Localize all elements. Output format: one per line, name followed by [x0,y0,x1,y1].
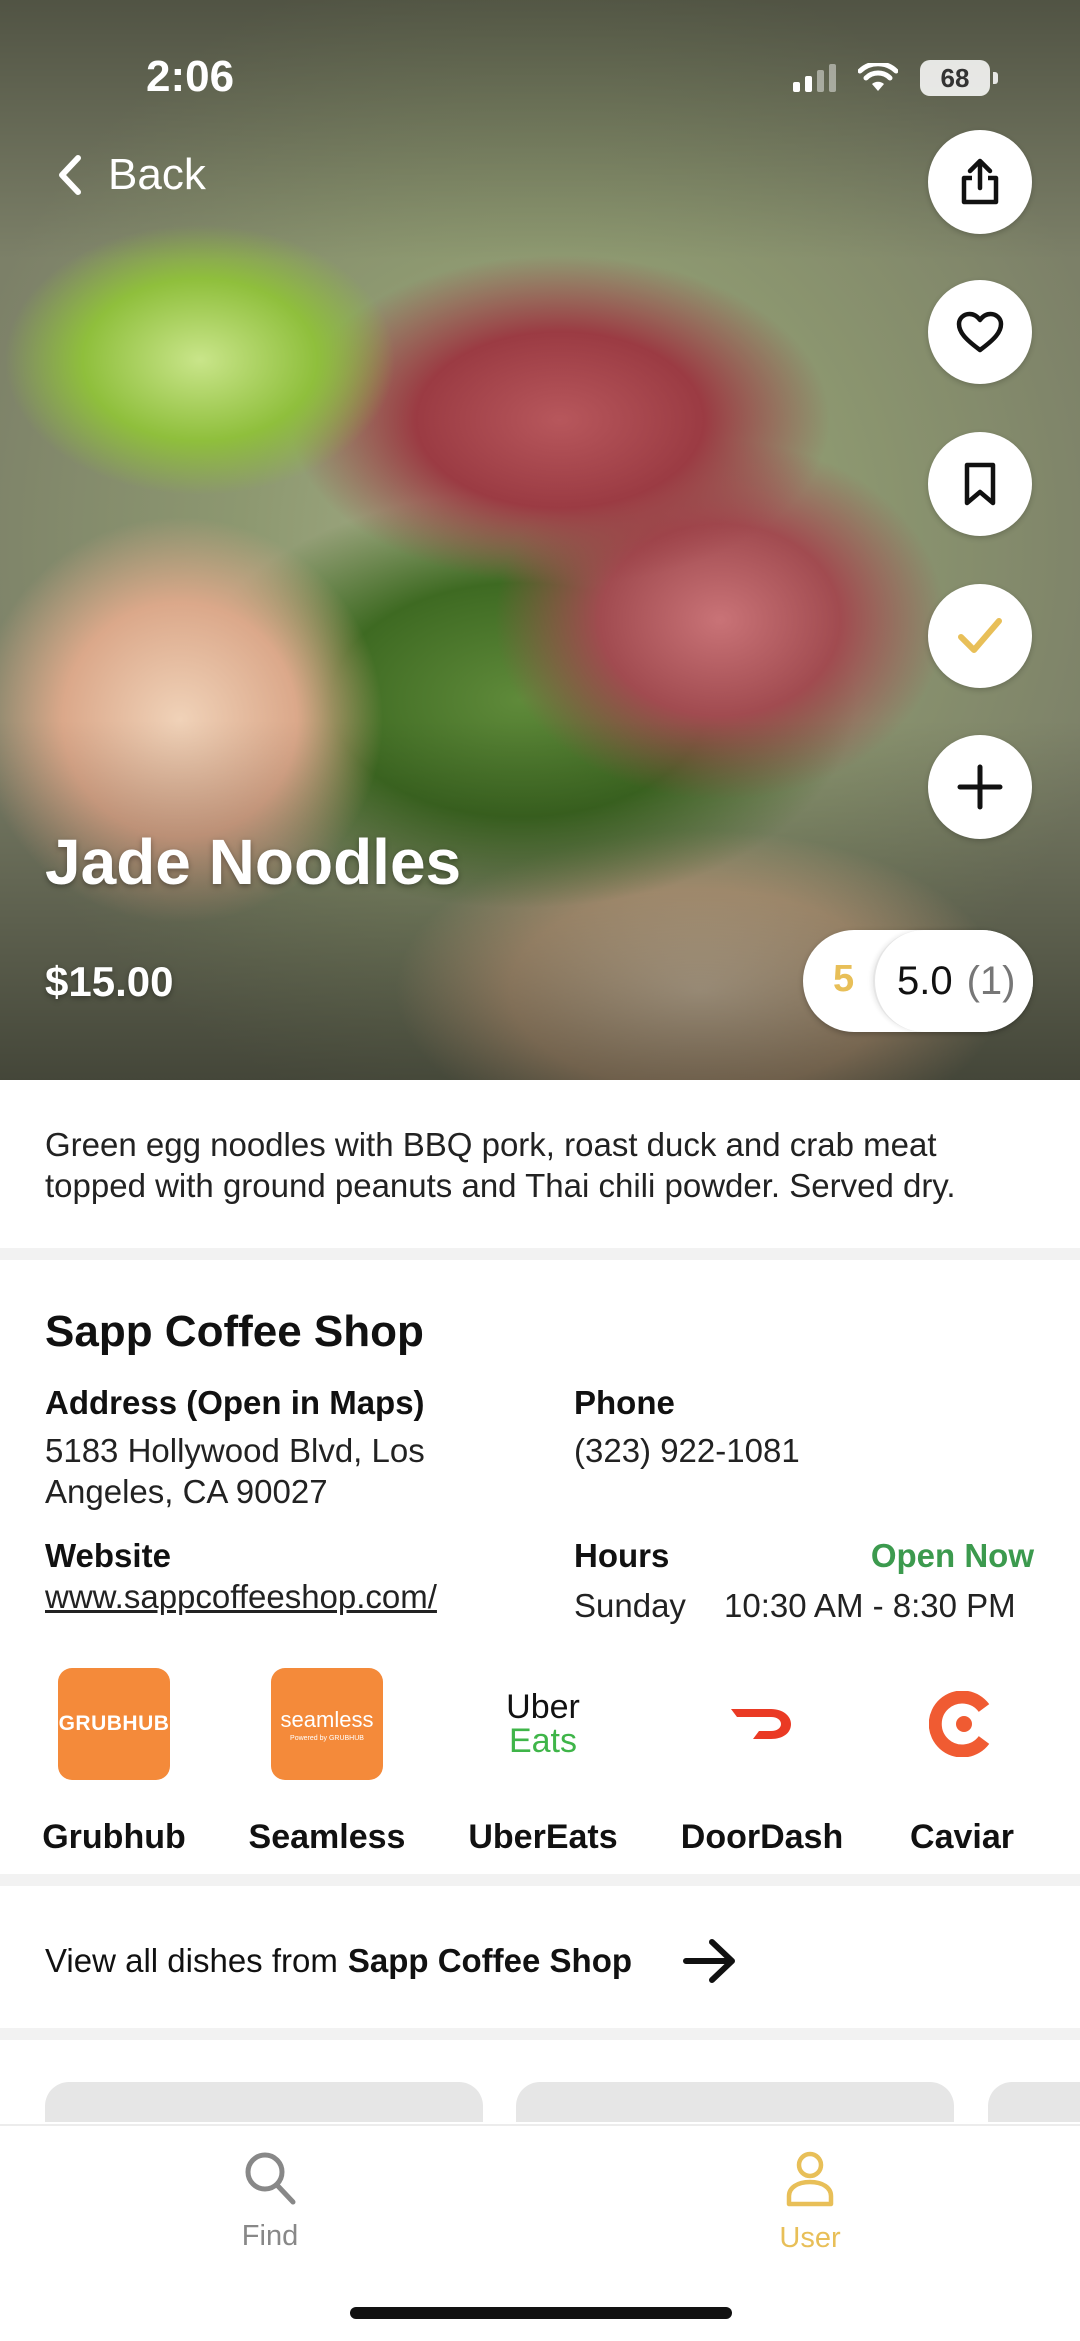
battery-icon: 68 [920,60,998,96]
bookmark-icon [964,462,996,506]
delivery-name: DoorDash [680,1818,844,1856]
rating-count: (1) [966,958,1016,1003]
tab-label: User [779,2222,841,2254]
back-label: Back [108,150,206,199]
hours-time: 10:30 AM - 8:30 PM [724,1587,1016,1624]
address-line2: Angeles, CA 90027 [45,1473,328,1510]
website-link[interactable]: www.sappcoffeeshop.com/ [45,1576,437,1617]
view-all-restaurant: Sapp Coffee Shop [347,1942,633,1979]
plus-icon [957,764,1003,810]
view-all-dishes-link[interactable]: View all dishes from Sapp Coffee Shop [45,1938,738,1984]
phone-value[interactable]: (323) 922-1081 [574,1430,800,1471]
dish-card[interactable] [516,2082,954,2122]
tab-label: Find [241,2220,299,2252]
bookmark-button[interactable] [928,432,1032,536]
delivery-doordash[interactable]: DoorDash [677,1668,847,1857]
delivery-name: Grubhub [42,1818,186,1856]
status-indicators: 68 [793,60,998,96]
website-label: Website [45,1537,171,1574]
seamless-logo-icon: seamless Powered by GRUBHUB [271,1668,383,1780]
delivery-seamless[interactable]: seamless Powered by GRUBHUB Seamless [242,1668,412,1857]
share-icon [961,158,999,205]
delivery-name: UberEats [468,1818,618,1856]
chevron-left-icon [59,155,81,195]
section-divider [0,1874,1080,1886]
address-line1: 5183 Hollywood Blvd, Los [45,1432,425,1469]
grubhub-logo-icon: GRUBHUB [58,1668,170,1780]
tab-user[interactable]: User [730,2150,890,2255]
home-indicator[interactable] [350,2307,732,2319]
delivery-grubhub[interactable]: GRUBHUB Grubhub [29,1668,199,1857]
hours-label: Hours [574,1537,670,1574]
dish-price: $15.00 [45,958,174,1005]
doordash-logo-icon [706,1668,818,1780]
delivery-name: Caviar [910,1818,1014,1856]
delivery-name: Seamless [248,1818,406,1856]
dish-card[interactable] [45,2082,483,2122]
checkmark-icon [958,618,1002,653]
wifi-icon [858,63,898,91]
favorite-button[interactable] [928,280,1032,384]
average-rating-value: 5.0 [897,958,953,1003]
heart-icon [956,311,1004,353]
status-time: 2:06 [146,52,235,101]
back-button[interactable]: Back [58,150,206,200]
open-status: Open Now [870,1537,1034,1574]
average-rating: 5.0 (1) [873,930,1033,1032]
user-icon [786,2151,834,2207]
add-button[interactable] [928,735,1032,839]
hours-day: Sunday [574,1587,686,1624]
my-rating: 5 [833,958,855,1000]
delivery-caviar[interactable]: Caviar [877,1668,1047,1857]
view-all-prefix: View all dishes from [45,1942,338,1979]
rating-button[interactable]: 5 5.0 (1) [803,930,1033,1032]
ubereats-logo-icon: Uber Eats [506,1688,580,1760]
caviar-logo-icon [906,1668,1018,1780]
restaurant-name: Sapp Coffee Shop [45,1307,424,1356]
mark-tried-button[interactable] [928,584,1032,688]
arrow-right-icon [683,1939,736,1983]
dish-card[interactable] [988,2082,1080,2122]
section-divider [0,2028,1080,2040]
delivery-ubereats[interactable]: Uber Eats UberEats [458,1668,628,1857]
section-divider [0,1248,1080,1260]
phone-label: Phone [574,1384,675,1421]
share-button[interactable] [928,130,1032,234]
tab-find[interactable]: Find [190,2150,350,2253]
dish-description: Green egg noodles with BBQ pork, roast d… [45,1126,956,1204]
search-icon [245,2152,296,2205]
address-value[interactable]: 5183 Hollywood Blvd, Los Angeles, CA 900… [45,1430,425,1512]
address-label[interactable]: Address (Open in Maps) [45,1384,425,1422]
cellular-signal-icon [793,64,836,92]
dish-title: Jade Noodles [45,826,462,898]
